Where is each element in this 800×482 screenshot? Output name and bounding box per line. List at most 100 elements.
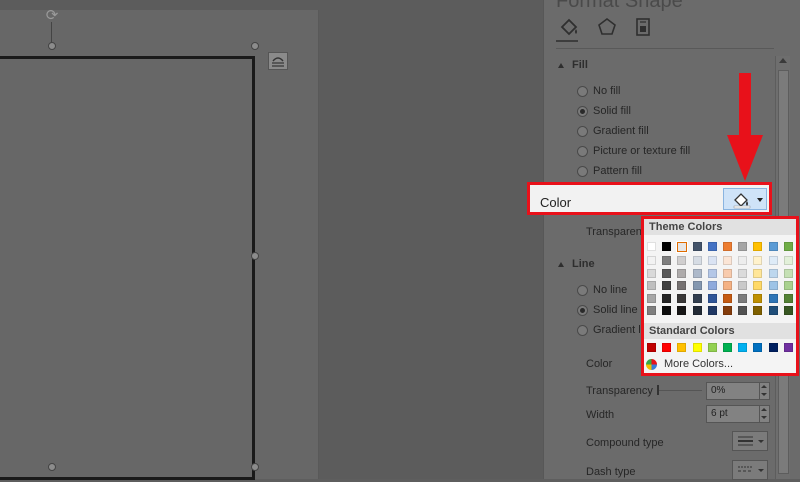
theme-shade-swatch[interactable] xyxy=(707,293,717,303)
resize-handle-bottom-right[interactable] xyxy=(251,463,259,471)
theme-shade-swatch[interactable] xyxy=(768,268,778,278)
radio-button[interactable] xyxy=(577,166,588,177)
resize-handle-top[interactable] xyxy=(48,42,56,50)
theme-shade-swatch[interactable] xyxy=(677,256,687,265)
theme-shade-swatch[interactable] xyxy=(783,256,793,265)
theme-shade-swatch[interactable] xyxy=(692,256,702,265)
layout-options-button[interactable] xyxy=(268,52,288,70)
selected-shape[interactable] xyxy=(0,56,255,480)
theme-shade-swatch[interactable] xyxy=(738,256,748,265)
theme-color-swatch[interactable] xyxy=(647,242,656,251)
scroll-up-icon[interactable] xyxy=(779,58,787,63)
theme-shade-swatch[interactable] xyxy=(738,268,748,278)
theme-shade-swatch[interactable] xyxy=(783,268,793,278)
theme-shade-swatch[interactable] xyxy=(647,281,656,290)
standard-color-swatch[interactable] xyxy=(662,343,672,352)
standard-color-swatch[interactable] xyxy=(753,343,763,352)
standard-color-swatch[interactable] xyxy=(677,343,687,352)
transparency-slider-thumb[interactable] xyxy=(657,385,659,395)
theme-shade-swatch[interactable] xyxy=(723,281,732,290)
theme-shade-swatch[interactable] xyxy=(783,281,793,290)
line-transparency-field[interactable]: 0% xyxy=(706,382,770,400)
theme-shade-swatch[interactable] xyxy=(768,293,778,303)
radio-button-selected[interactable] xyxy=(577,106,588,117)
theme-shade-swatch[interactable] xyxy=(677,306,687,315)
theme-shade-swatch[interactable] xyxy=(768,256,778,265)
theme-shade-swatch[interactable] xyxy=(783,306,793,315)
theme-shade-swatch[interactable] xyxy=(753,268,763,278)
theme-color-swatch[interactable] xyxy=(753,242,763,251)
theme-shade-swatch[interactable] xyxy=(677,268,687,278)
theme-shade-swatch[interactable] xyxy=(707,268,717,278)
theme-shade-swatch[interactable] xyxy=(753,256,763,265)
theme-shade-swatch[interactable] xyxy=(692,306,702,315)
spinner[interactable] xyxy=(759,383,769,399)
compound-type-dropdown[interactable] xyxy=(732,431,768,451)
theme-shade-swatch[interactable] xyxy=(707,281,717,290)
theme-shade-swatch[interactable] xyxy=(738,306,748,315)
theme-shade-swatch[interactable] xyxy=(662,281,672,290)
size-properties-icon[interactable] xyxy=(632,16,654,38)
pentagon-icon[interactable] xyxy=(596,16,618,38)
standard-color-swatch[interactable] xyxy=(723,343,732,352)
radio-button[interactable] xyxy=(577,146,588,157)
theme-shade-swatch[interactable] xyxy=(753,306,763,315)
standard-color-swatch[interactable] xyxy=(738,343,748,352)
standard-color-swatch[interactable] xyxy=(647,343,656,352)
theme-shade-swatch[interactable] xyxy=(753,293,763,303)
spinner[interactable] xyxy=(759,406,769,422)
theme-shade-swatch[interactable] xyxy=(677,293,687,303)
theme-shade-swatch[interactable] xyxy=(662,293,672,303)
theme-color-swatch[interactable] xyxy=(676,241,689,253)
standard-color-swatch[interactable] xyxy=(692,343,702,352)
resize-handle-bottom[interactable] xyxy=(48,463,56,471)
theme-color-swatch[interactable] xyxy=(738,242,748,251)
line-width-field[interactable]: 6 pt xyxy=(706,405,770,423)
theme-shade-swatch[interactable] xyxy=(647,268,656,278)
theme-shade-swatch[interactable] xyxy=(677,281,687,290)
theme-shade-swatch[interactable] xyxy=(662,306,672,315)
radio-button-selected[interactable] xyxy=(577,305,588,316)
theme-shade-swatch[interactable] xyxy=(768,281,778,290)
transparency-slider-track[interactable] xyxy=(658,390,702,391)
standard-color-swatch[interactable] xyxy=(783,343,793,352)
theme-shade-swatch[interactable] xyxy=(768,306,778,315)
standard-color-swatch[interactable] xyxy=(768,343,778,352)
theme-shade-swatch[interactable] xyxy=(723,256,732,265)
theme-shade-swatch[interactable] xyxy=(783,293,793,303)
slide[interactable] xyxy=(0,10,319,480)
theme-shade-swatch[interactable] xyxy=(723,306,732,315)
theme-shade-swatch[interactable] xyxy=(723,293,732,303)
theme-color-swatch[interactable] xyxy=(707,242,717,251)
rotate-handle-icon[interactable]: ⟳ xyxy=(45,8,59,23)
theme-shade-swatch[interactable] xyxy=(707,256,717,265)
line-section-header[interactable]: Line xyxy=(558,258,595,270)
theme-shade-swatch[interactable] xyxy=(692,293,702,303)
theme-shade-swatch[interactable] xyxy=(692,281,702,290)
theme-color-swatch[interactable] xyxy=(768,242,778,251)
standard-color-swatch[interactable] xyxy=(707,343,717,352)
resize-handle-right[interactable] xyxy=(251,252,259,260)
theme-shade-swatch[interactable] xyxy=(647,293,656,303)
dash-type-dropdown[interactable] xyxy=(732,460,768,480)
theme-shade-swatch[interactable] xyxy=(662,268,672,278)
theme-color-swatch[interactable] xyxy=(692,242,702,251)
radio-button[interactable] xyxy=(577,285,588,296)
theme-shade-swatch[interactable] xyxy=(723,268,732,278)
theme-shade-swatch[interactable] xyxy=(707,306,717,315)
radio-button[interactable] xyxy=(577,325,588,336)
theme-shade-swatch[interactable] xyxy=(738,281,748,290)
radio-button[interactable] xyxy=(577,126,588,137)
theme-shade-swatch[interactable] xyxy=(738,293,748,303)
resize-handle-top-right[interactable] xyxy=(251,42,259,50)
theme-color-swatch[interactable] xyxy=(783,242,793,251)
theme-shade-swatch[interactable] xyxy=(692,268,702,278)
theme-shade-swatch[interactable] xyxy=(753,281,763,290)
fill-color-button[interactable] xyxy=(723,188,767,210)
paint-bucket-icon[interactable] xyxy=(558,16,580,38)
theme-shade-swatch[interactable] xyxy=(662,256,672,265)
radio-button[interactable] xyxy=(577,86,588,97)
theme-color-swatch[interactable] xyxy=(662,242,672,251)
theme-shade-swatch[interactable] xyxy=(647,256,656,265)
theme-color-swatch[interactable] xyxy=(723,242,732,251)
